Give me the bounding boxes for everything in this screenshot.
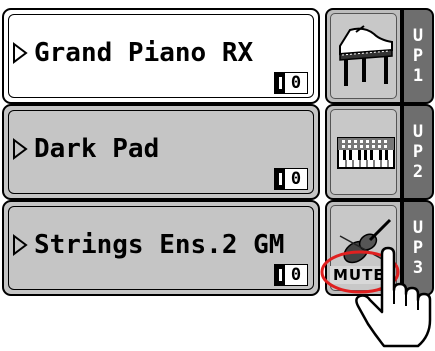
octave-indicator: 0 bbox=[274, 72, 308, 94]
sound-name: Strings Ens.2 GM bbox=[34, 230, 285, 260]
octave-indicator: 0 bbox=[274, 168, 308, 190]
octave-value: 0 bbox=[290, 73, 302, 93]
track-icon-button-up2[interactable] bbox=[325, 104, 402, 200]
track-tag-label: UP1 bbox=[412, 26, 424, 86]
sound-name-row: Strings Ens.2 GM bbox=[12, 230, 284, 260]
track-up1: Grand Piano RX 0 UP1 bbox=[2, 8, 434, 104]
pointing-hand-icon bbox=[355, 246, 432, 348]
triangle-right-icon bbox=[13, 234, 28, 256]
sound-name-row: Grand Piano RX bbox=[12, 38, 253, 68]
track-icon-button-up1[interactable] bbox=[325, 8, 402, 104]
octave-value: 0 bbox=[290, 265, 302, 285]
sound-name: Dark Pad bbox=[34, 134, 160, 164]
track-tag-up1: UP1 bbox=[402, 8, 434, 104]
octave-value: 0 bbox=[290, 169, 302, 189]
sound-button-up1[interactable]: Grand Piano RX 0 bbox=[2, 8, 320, 104]
sound-name-row: Dark Pad bbox=[12, 134, 159, 164]
sound-button-up3[interactable]: Strings Ens.2 GM 0 bbox=[2, 200, 320, 296]
track-up2: Dark Pad 0 UP2 bbox=[2, 104, 434, 200]
track-tag-label: UP2 bbox=[412, 122, 424, 182]
triangle-right-icon bbox=[13, 42, 28, 64]
octave-icon bbox=[275, 169, 285, 189]
octave-icon bbox=[275, 73, 285, 93]
triangle-right-icon bbox=[13, 138, 28, 160]
track-tag-up2: UP2 bbox=[402, 104, 434, 200]
sound-name: Grand Piano RX bbox=[34, 38, 254, 68]
sound-button-up2[interactable]: Dark Pad 0 bbox=[2, 104, 320, 200]
keyboard-icon bbox=[337, 137, 395, 169]
octave-icon bbox=[275, 265, 285, 285]
grand-piano-icon bbox=[339, 25, 393, 86]
octave-indicator: 0 bbox=[274, 264, 308, 286]
